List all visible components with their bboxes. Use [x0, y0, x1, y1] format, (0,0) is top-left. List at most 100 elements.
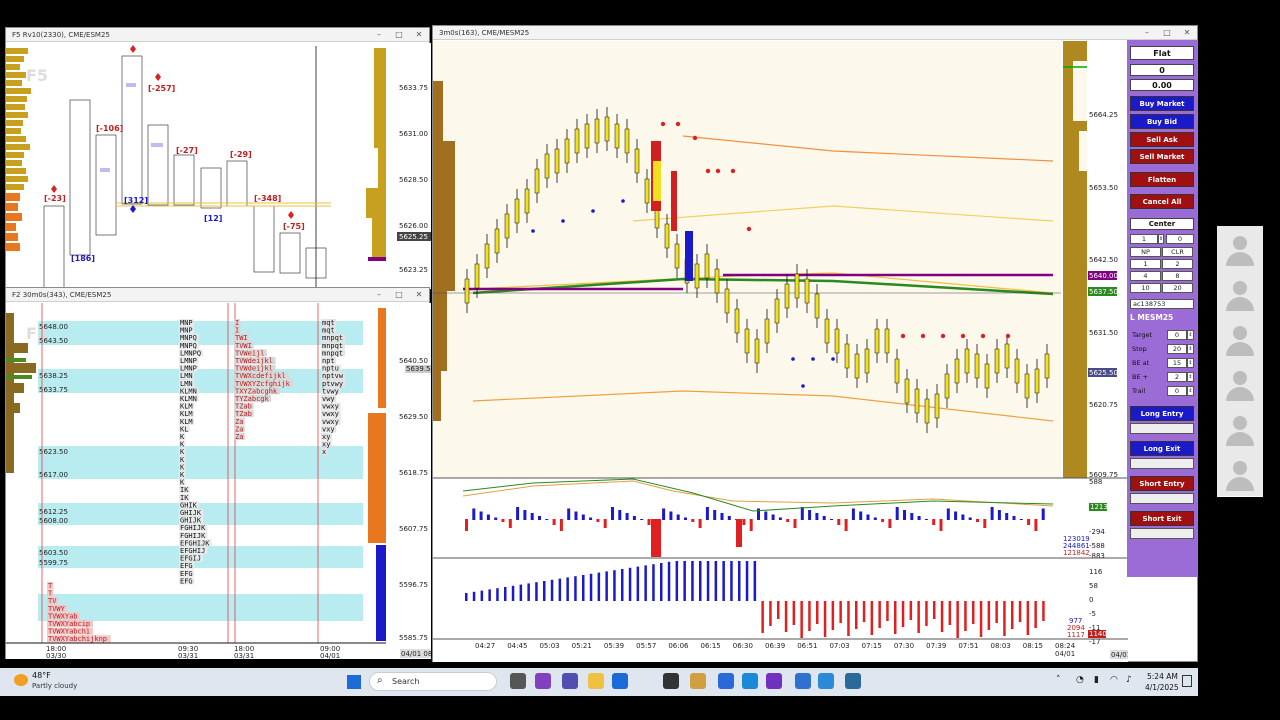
- ind1-bar: [736, 519, 742, 547]
- buy-bid-button[interactable]: Buy Bid: [1130, 114, 1194, 129]
- search-box[interactable]: ⌕ Search: [369, 672, 497, 691]
- qty-preset-button[interactable]: 10: [1130, 283, 1161, 293]
- maximize-icon[interactable]: □: [389, 28, 409, 42]
- chart-top-left[interactable]: F5 [-23] [-106] [-257] [-27] [-29] [-348…: [6, 43, 431, 289]
- long-entry-dropdown[interactable]: [1130, 423, 1194, 434]
- order-qty-right[interactable]: 0: [1166, 234, 1194, 244]
- sell-market-button[interactable]: Sell Market: [1130, 149, 1194, 164]
- short-entry-button[interactable]: Short Entry: [1130, 476, 1194, 491]
- qty-preset-button[interactable]: 20: [1162, 283, 1193, 293]
- outlook-icon[interactable]: [612, 673, 628, 689]
- edge-icon[interactable]: [742, 673, 758, 689]
- qty-preset-button[interactable]: 4: [1130, 271, 1161, 281]
- ind2-bar: [901, 601, 905, 627]
- signal-dot: [730, 168, 736, 174]
- atm-input[interactable]: 0: [1167, 330, 1187, 340]
- network-icon[interactable]: ◔: [1076, 675, 1084, 685]
- atm-label: Target: [1132, 331, 1153, 339]
- ind2-bar: [582, 575, 585, 601]
- qty-preset-button[interactable]: 2: [1162, 259, 1193, 269]
- taskbar: 48°F Partly cloudy ⌕ Search ˄ ◔ ▮ ◠ ♪ 5:…: [0, 668, 1198, 696]
- photos-icon[interactable]: [690, 673, 706, 689]
- ind1-bar: [538, 516, 541, 520]
- close-icon[interactable]: ✕: [1177, 26, 1197, 40]
- weather-desc[interactable]: Partly cloudy: [32, 682, 77, 690]
- qty-preset-button[interactable]: 8: [1162, 271, 1193, 281]
- ind2-bar: [862, 601, 866, 622]
- spinner-icon[interactable]: ⇕: [1187, 386, 1194, 396]
- participant-avatar-icon[interactable]: [1217, 406, 1263, 452]
- atm-input[interactable]: 2: [1167, 372, 1187, 382]
- sell-ask-button[interactable]: Sell Ask: [1130, 132, 1194, 147]
- ind2-bar: [800, 601, 803, 638]
- participant-avatar-icon[interactable]: [1217, 316, 1263, 362]
- copilot-icon[interactable]: [535, 673, 551, 689]
- ind2-bar: [644, 565, 647, 601]
- spinner-icon[interactable]: ⇕: [1187, 358, 1194, 368]
- maximize-icon[interactable]: □: [1157, 26, 1177, 40]
- notepad-icon[interactable]: [818, 673, 834, 689]
- volume-icon[interactable]: ♪: [1126, 675, 1132, 685]
- chart-bottom-left[interactable]: F2 5648.00 5643.50 5638.25 5633.75 5623.…: [6, 303, 431, 659]
- store-icon[interactable]: [718, 673, 734, 689]
- long-entry-button[interactable]: Long Entry: [1130, 406, 1194, 421]
- chatgpt-icon[interactable]: [663, 673, 679, 689]
- participant-avatar-icon[interactable]: [1217, 361, 1263, 407]
- close-icon[interactable]: ✕: [409, 28, 429, 42]
- browser-icon[interactable]: [795, 673, 811, 689]
- ind2-bar: [1026, 601, 1030, 635]
- buy-market-button[interactable]: Buy Market: [1130, 96, 1194, 111]
- maximize-icon[interactable]: □: [389, 288, 409, 302]
- spinner-icon[interactable]: ⇕: [1187, 330, 1194, 340]
- teams-icon[interactable]: [562, 673, 578, 689]
- short-exit-button[interactable]: Short Exit: [1130, 511, 1194, 526]
- cancel-all-button[interactable]: Cancel All: [1130, 194, 1194, 209]
- qty-spinner-icon[interactable]: ⇕: [1158, 234, 1164, 244]
- clock-time[interactable]: 5:24 AM: [1147, 672, 1178, 681]
- participant-avatar-icon[interactable]: [1217, 271, 1263, 317]
- vs-icon[interactable]: [766, 673, 782, 689]
- titlebar-top-left[interactable]: F5 Rv10(2330), CME/ESM25 – □ ✕: [6, 28, 429, 42]
- wifi-icon[interactable]: ◠: [1110, 675, 1118, 685]
- spinner-icon[interactable]: ⇕: [1187, 372, 1194, 382]
- mic-icon[interactable]: ▮: [1094, 675, 1099, 685]
- participant-avatar-icon[interactable]: [1217, 451, 1263, 497]
- weather-temp[interactable]: 48°F: [32, 671, 51, 680]
- minimize-icon[interactable]: –: [369, 288, 389, 302]
- ind2-bar: [527, 583, 530, 601]
- spinner-icon[interactable]: ⇕: [1187, 344, 1194, 354]
- minimize-icon[interactable]: –: [369, 28, 389, 42]
- qty-preset-button[interactable]: 1: [1130, 259, 1161, 269]
- titlebar-main[interactable]: 3m0s(163), CME/MESM25 – □ ✕: [433, 26, 1197, 40]
- notification-icon[interactable]: [1182, 675, 1192, 687]
- atm-input[interactable]: 0: [1167, 386, 1187, 396]
- candle-body: [924, 398, 930, 424]
- order-qty-input[interactable]: 1: [1130, 234, 1158, 244]
- minimize-icon[interactable]: –: [1137, 26, 1157, 40]
- chart-main[interactable]: 5664.25 5653.50 5642.50 5631.50 5620.75 …: [433, 41, 1128, 662]
- titlebar-bottom-left[interactable]: F2 30m0s(343), CME/ESM25 – □ ✕: [6, 288, 429, 302]
- price-label-tl-5: 5625.25: [399, 233, 428, 241]
- tray-chevron-icon[interactable]: ˄: [1056, 675, 1061, 685]
- long-exit-button[interactable]: Long Exit: [1130, 441, 1194, 456]
- terminal-icon[interactable]: [845, 673, 861, 689]
- qty-preset-button[interactable]: NP: [1130, 247, 1161, 257]
- account-select[interactable]: ac138753: [1130, 299, 1194, 309]
- long-exit-dropdown[interactable]: [1130, 458, 1194, 469]
- candle-body: [954, 358, 960, 384]
- atm-input[interactable]: 20: [1167, 344, 1187, 354]
- short-entry-dropdown[interactable]: [1130, 493, 1194, 504]
- close-icon[interactable]: ✕: [409, 288, 429, 302]
- short-exit-dropdown[interactable]: [1130, 528, 1194, 539]
- atm-input[interactable]: 15: [1167, 358, 1187, 368]
- app-icon[interactable]: [510, 673, 526, 689]
- file-explorer-icon[interactable]: [588, 673, 604, 689]
- qty-preset-button[interactable]: CLR: [1162, 247, 1193, 257]
- weather-icon[interactable]: [14, 674, 28, 686]
- flatten-button[interactable]: Flatten: [1130, 172, 1194, 187]
- participant-avatar-icon[interactable]: [1217, 226, 1263, 272]
- start-icon[interactable]: [347, 675, 361, 689]
- center-button[interactable]: Center: [1130, 218, 1194, 230]
- clock-date[interactable]: 4/1/2025: [1145, 683, 1179, 692]
- signal-dot: [920, 333, 926, 339]
